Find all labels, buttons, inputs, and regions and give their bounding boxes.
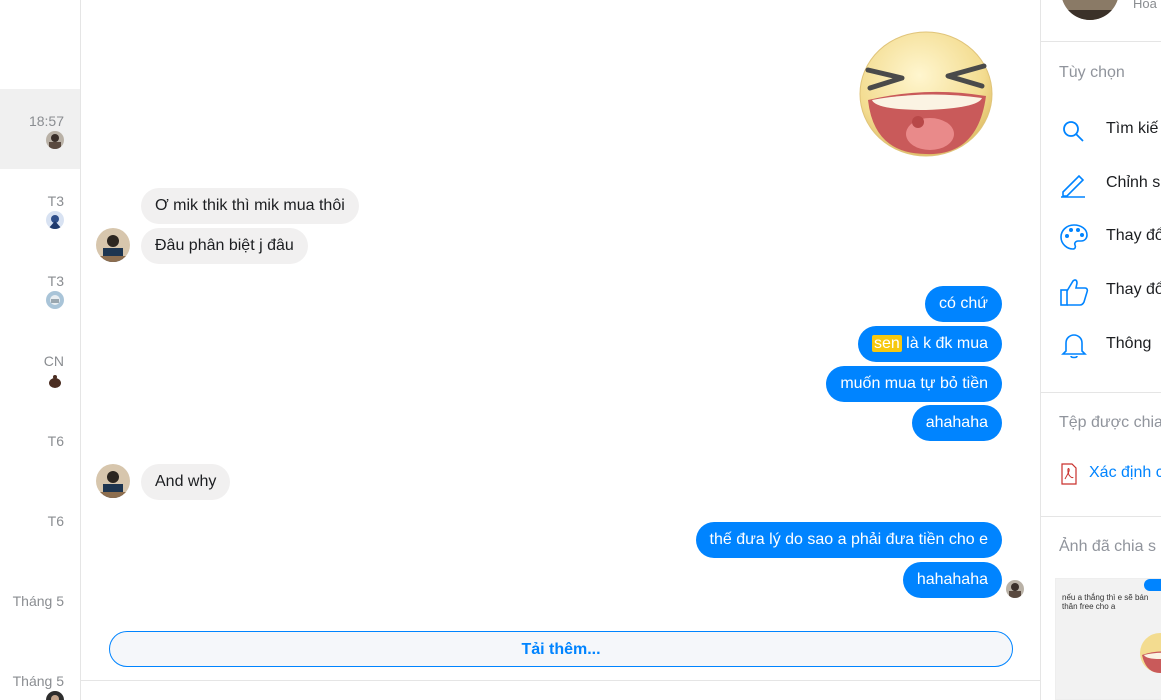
avatar — [46, 371, 64, 389]
conversation-time: Tháng 5 — [12, 593, 64, 609]
divider — [1041, 516, 1161, 517]
conversation-time: T3 — [47, 273, 64, 289]
outgoing-message[interactable]: có chứ — [925, 286, 1002, 322]
conversation-time: T6 — [47, 433, 64, 449]
option-edit-nicknames[interactable]: Chỉnh s — [1059, 166, 1161, 202]
conversation-item[interactable]: T3 — [0, 169, 80, 249]
option-change-emoji[interactable]: Thay đổ — [1059, 273, 1161, 309]
outgoing-message[interactable]: muốn mua tự bỏ tiền — [826, 366, 1002, 402]
avatar — [46, 211, 64, 229]
pdf-icon — [1061, 463, 1077, 485]
options-title: Tùy chọn — [1059, 64, 1125, 81]
conversation-item[interactable]: Tháng 5 — [0, 569, 80, 649]
avatar[interactable] — [96, 228, 130, 262]
conversation-time: CN — [43, 353, 64, 369]
option-label: Thay đổ — [1106, 227, 1161, 244]
bell-icon — [1059, 331, 1089, 359]
load-more-button[interactable]: Tải thêm... — [109, 631, 1013, 667]
conversation-item[interactable]: CN — [0, 329, 80, 409]
option-label: Thay đổ — [1106, 281, 1161, 298]
conversation-time: 18:57 — [28, 113, 64, 129]
conversation-item[interactable]: Tháng 5 — [0, 649, 80, 700]
divider — [1041, 392, 1161, 393]
avatar — [46, 291, 64, 309]
conversation-list: 18:57 T3 T3 CN T6 T6 Tháng 5 Tháng 5 — [0, 0, 81, 700]
conversation-time: T6 — [47, 513, 64, 529]
outgoing-message[interactable]: hahahaha — [902, 562, 1002, 598]
thumbs-up-icon — [1059, 277, 1089, 306]
chat-area: Ơ mik thik thì mik mua thôi Đâu phân biệ… — [81, 0, 1040, 700]
avatar[interactable] — [1061, 0, 1119, 20]
conversation-time: Tháng 5 — [12, 673, 64, 689]
option-change-color[interactable]: Thay đổ — [1059, 219, 1161, 255]
message-pill — [1144, 579, 1161, 591]
conversation-time: T3 — [47, 193, 64, 209]
avatar — [46, 691, 64, 700]
incoming-message[interactable]: Ơ mik thik thì mik mua thôi — [141, 188, 359, 224]
option-notifications[interactable]: Thông — [1059, 327, 1161, 363]
search-highlight: sen — [871, 335, 902, 352]
outgoing-message[interactable]: thế đưa lý do sao a phải đưa tiền cho e — [695, 522, 1002, 558]
shared-photos-title: Ảnh đã chia s — [1059, 538, 1156, 555]
laughing-sticker[interactable] — [858, 30, 994, 158]
conversation-item[interactable]: T6 — [0, 489, 80, 569]
file-name: Xác định c — [1089, 464, 1161, 481]
outgoing-message[interactable]: sen là k đk mua — [857, 326, 1002, 362]
incoming-message[interactable]: And why — [141, 464, 231, 500]
conversation-item[interactable]: T3 — [0, 249, 80, 329]
option-label: Thông — [1106, 335, 1152, 352]
avatar — [46, 131, 64, 149]
seen-avatar — [1006, 580, 1024, 598]
contact-name: Hoa — [1133, 0, 1157, 11]
outgoing-message[interactable]: ahahaha — [911, 405, 1002, 441]
shared-files-title: Tệp được chia — [1059, 414, 1161, 431]
option-label: Tìm kiế — [1106, 120, 1159, 137]
conversation-item[interactable]: T6 — [0, 409, 80, 489]
photo-caption: nếu a thắng thì e sẽ bán thân free cho a — [1062, 593, 1149, 611]
conversation-info-panel: Hoa Tùy chọn Tìm kiế Chỉnh s Thay đổ Tha… — [1040, 0, 1161, 700]
palette-icon — [1059, 223, 1089, 251]
message-text: là k đk mua — [901, 335, 988, 352]
search-icon — [1059, 116, 1089, 144]
avatar[interactable] — [96, 464, 130, 498]
option-label: Chỉnh s — [1106, 174, 1161, 191]
message-composer[interactable] — [81, 680, 1040, 700]
option-search[interactable]: Tìm kiế — [1059, 112, 1161, 148]
divider — [1041, 41, 1161, 42]
incoming-message[interactable]: Đâu phân biệt j đâu — [141, 228, 308, 264]
conversation-item[interactable]: 18:57 — [0, 89, 80, 169]
laughing-sticker — [1138, 631, 1161, 675]
pencil-icon — [1059, 170, 1089, 198]
shared-photo[interactable]: nếu a thắng thì e sẽ bán thân free cho a — [1055, 578, 1161, 700]
